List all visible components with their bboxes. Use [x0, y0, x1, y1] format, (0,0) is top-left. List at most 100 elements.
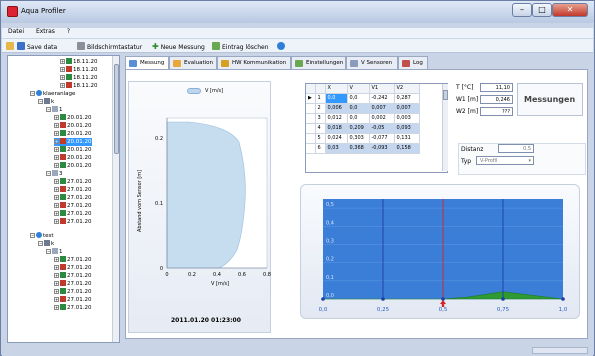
tree-item-date[interactable]: +27.01.20 [54, 296, 92, 304]
maximize-button[interactable]: □ [532, 3, 552, 17]
tree-item-date[interactable]: +27.01.20 [54, 194, 92, 202]
keyboard-button[interactable]: Bildschirmtastatur [77, 42, 142, 51]
collapse-icon[interactable]: − [38, 241, 43, 246]
tree-item-date[interactable]: +27.01.20 [54, 264, 92, 272]
open-folder-button[interactable] [6, 42, 16, 51]
table-cell[interactable]: 0,024 [325, 133, 348, 144]
tree-item-date[interactable]: +27.01.20 [54, 178, 92, 186]
temperature-field[interactable]: 11,10 [480, 83, 513, 92]
expand-icon[interactable]: + [54, 257, 59, 262]
tree-item-date[interactable]: +20.01.20 [54, 162, 92, 170]
tree-item-date[interactable]: +20.01.20 [54, 122, 92, 130]
expand-icon[interactable]: + [54, 163, 59, 168]
expand-icon[interactable]: + [54, 289, 59, 294]
tree-folder-1[interactable]: −1 [46, 248, 63, 256]
expand-icon[interactable]: + [54, 139, 59, 144]
expand-icon[interactable]: + [60, 83, 65, 88]
tree-item-date[interactable]: +27.01.20 [54, 272, 92, 280]
table-row[interactable]: ▶ 1 0,0 0,0 -0,242 0,287 [306, 93, 420, 104]
collapse-icon[interactable]: − [46, 171, 51, 176]
expand-icon[interactable]: + [60, 75, 65, 80]
table-cell[interactable]: 0,368 [347, 143, 370, 154]
table-row[interactable]: 6 0,03 0,368 -0,093 0,158 [306, 143, 420, 154]
tree-item-date[interactable]: +18.11.20 [60, 82, 98, 90]
collapse-icon[interactable]: − [30, 233, 35, 238]
expand-icon[interactable]: + [54, 179, 59, 184]
table-row[interactable]: 3 0,012 0,0 0,002 0,003 [306, 113, 420, 124]
column-header-x[interactable]: X [325, 84, 348, 94]
menu-help[interactable]: ? [67, 28, 70, 35]
tab-log[interactable]: Log [398, 56, 428, 69]
tree-group-test[interactable]: − test [30, 232, 54, 240]
table-cell[interactable]: 0,0 [347, 103, 370, 114]
tree-item-date[interactable]: +27.01.20 [54, 304, 92, 312]
table-cell[interactable]: 0,007 [369, 103, 395, 114]
table-row[interactable]: 2 0,006 0,0 0,007 0,007 [306, 103, 420, 114]
table-cell[interactable]: 0,303 [347, 133, 370, 144]
collapse-icon[interactable]: − [46, 249, 51, 254]
tree-item-date[interactable]: +18.11.20 [60, 66, 98, 74]
save-data-button[interactable]: Save data [17, 42, 57, 51]
table-cell[interactable]: 0,0 [347, 93, 370, 104]
data-grid[interactable]: X V V1 V2 ▶ 1 0,0 0,0 -0,242 0,287 2 0,006 0,0 0,… [305, 83, 448, 173]
expand-icon[interactable]: + [54, 305, 59, 310]
table-cell[interactable]: -0,242 [369, 93, 395, 104]
tree-scrollbar-thumb[interactable] [114, 64, 119, 154]
collapse-icon[interactable]: − [38, 99, 43, 104]
tree-item-date[interactable]: +27.01.20 [54, 218, 92, 226]
tree-item-date[interactable]: +20.01.20 [54, 154, 92, 162]
table-cell[interactable]: 0,002 [369, 113, 395, 124]
tree-item-date[interactable]: +20.01.20 [54, 138, 92, 146]
expand-icon[interactable]: + [54, 297, 59, 302]
tree-folder-3[interactable]: −3 [46, 170, 63, 178]
grid-scrollbar[interactable] [442, 84, 448, 171]
tree-item-date[interactable]: +18.11.20 [60, 58, 98, 66]
new-measurement-button[interactable]: ✚ Neue Messung [152, 42, 205, 51]
tree-item-date[interactable]: +27.01.20 [54, 280, 92, 288]
table-cell[interactable]: 0,131 [394, 133, 420, 144]
tree-folder-1[interactable]: −1 [46, 106, 63, 114]
expand-icon[interactable]: + [60, 59, 65, 64]
menu-datei[interactable]: Datei [8, 28, 24, 35]
table-cell[interactable]: 0,0 [347, 113, 370, 124]
tab-hw-kommunikation[interactable]: HW Kommunikation [217, 56, 291, 69]
table-cell[interactable]: 0,018 [325, 123, 348, 134]
tab-einstellungen[interactable]: Einstellungen [291, 56, 346, 69]
delete-entry-button[interactable]: Eintrag löschen [212, 42, 269, 51]
grid-scrollbar-thumb[interactable] [443, 90, 448, 100]
table-cell[interactable]: 0,03 [325, 143, 348, 154]
table-cell[interactable]: -0,05 [369, 123, 395, 134]
tree-item-date[interactable]: +20.01.20 [54, 114, 92, 122]
table-cell[interactable]: 0,007 [394, 103, 420, 114]
tree-item-date[interactable]: +27.01.20 [54, 202, 92, 210]
tree-scrollbar[interactable] [112, 56, 119, 342]
collapse-icon[interactable]: − [46, 107, 51, 112]
close-button[interactable]: ✕ [552, 3, 588, 17]
tree-item-date[interactable]: +27.01.20 [54, 288, 92, 296]
help-button[interactable] [277, 42, 287, 51]
expand-icon[interactable]: + [54, 211, 59, 216]
expand-icon[interactable]: + [54, 219, 59, 224]
table-cell[interactable]: 0,006 [325, 103, 348, 114]
tree-item-date[interactable]: +27.01.20 [54, 186, 92, 194]
expand-icon[interactable]: + [54, 131, 59, 136]
column-header-v[interactable]: V [347, 84, 370, 94]
expand-icon[interactable]: + [60, 67, 65, 72]
tree-sub-k[interactable]: − k [38, 98, 54, 106]
tree-item-date[interactable]: +20.01.20 [54, 130, 92, 138]
table-cell[interactable]: 0,209 [347, 123, 370, 134]
expand-icon[interactable]: + [54, 187, 59, 192]
expand-icon[interactable]: + [54, 281, 59, 286]
expand-icon[interactable]: + [54, 155, 59, 160]
expand-icon[interactable]: + [54, 147, 59, 152]
tab-messung[interactable]: Messung [125, 56, 169, 70]
type-select[interactable]: V-Profil ▾ [476, 156, 534, 165]
table-cell[interactable]: 0,012 [325, 113, 348, 124]
tree-sub-k[interactable]: − k [38, 240, 54, 248]
expand-icon[interactable]: + [54, 203, 59, 208]
tree-item-date[interactable]: +18.11.20 [60, 74, 98, 82]
collapse-icon[interactable]: − [30, 91, 35, 96]
table-cell[interactable]: 0,093 [394, 123, 420, 134]
column-header-v1[interactable]: V1 [369, 84, 395, 94]
expand-icon[interactable]: + [54, 273, 59, 278]
